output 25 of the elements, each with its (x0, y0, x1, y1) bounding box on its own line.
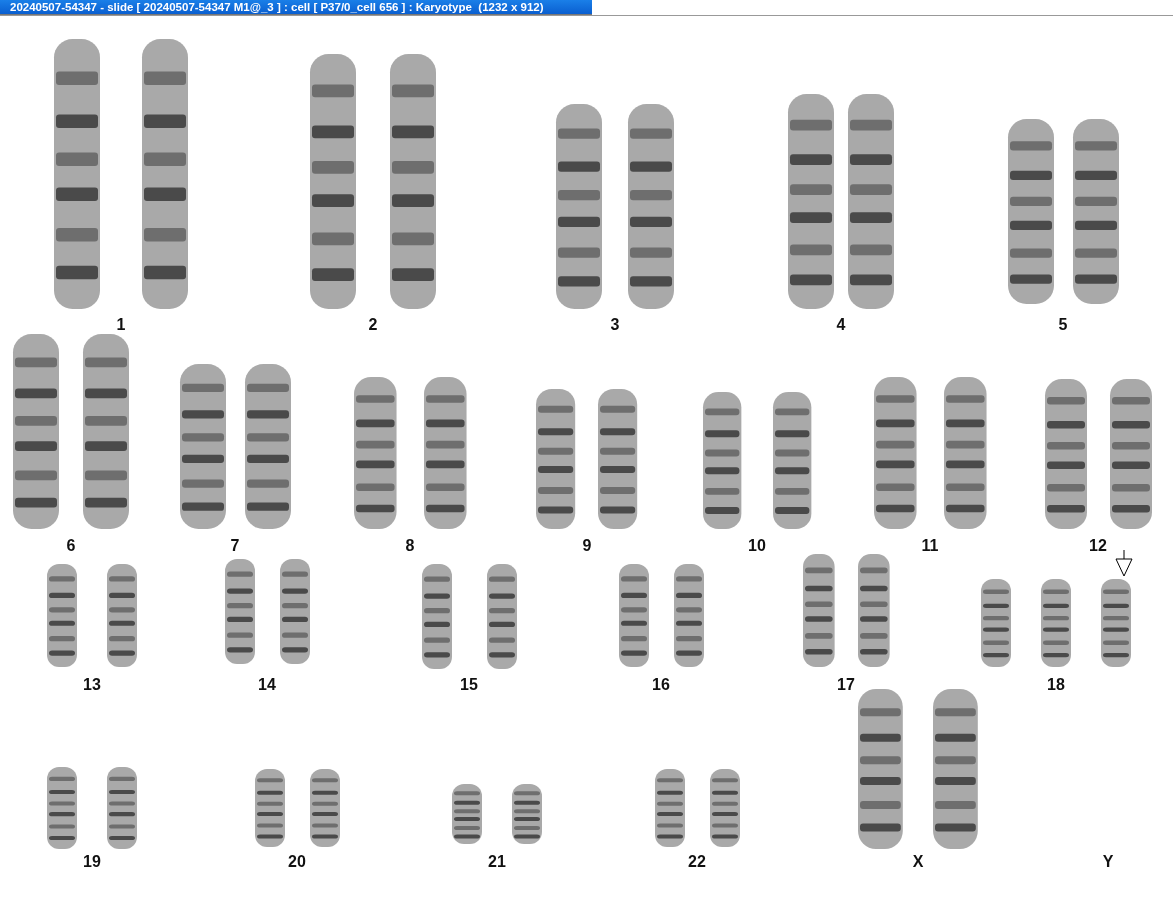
chromosome-label: 7 (230, 536, 240, 556)
chromosome-label: 16 (652, 675, 670, 695)
chromosome-label: 9 (582, 536, 592, 556)
chromosome-label: 1 (116, 315, 126, 335)
chromosome-label: 5 (1058, 315, 1068, 335)
chromosome-label: 11 (921, 536, 939, 556)
chromosome-label: 15 (460, 675, 478, 695)
chromosome-label: X (912, 852, 924, 872)
chromosome-label: 8 (405, 536, 415, 556)
chromosome-label: 13 (83, 675, 101, 695)
chromosome-label: 19 (83, 852, 101, 872)
chromosome-label: 12 (1089, 536, 1107, 556)
chromosome-label: 18 (1047, 675, 1065, 695)
chromosome-label: 6 (66, 536, 76, 556)
window-title: 20240507-54347 - slide [ 20240507-54347 M1@_3 ] : cell [ P37/0_cell 656 ] : Karyotype (1232 x 912) (10, 0, 544, 14)
chromosome-label: 14 (258, 675, 276, 695)
chromosome-label: 10 (748, 536, 766, 556)
chromosome-label: 22 (688, 852, 706, 872)
chromosome-label: 20 (288, 852, 306, 872)
chromosome-label: 21 (488, 852, 506, 872)
chromosome-label: 17 (837, 675, 855, 695)
chromosome-label: 3 (610, 315, 620, 335)
chromosome-label: Y (1102, 852, 1114, 872)
chromosome-label: 2 (368, 315, 378, 335)
chromosome-label: 4 (836, 315, 846, 335)
